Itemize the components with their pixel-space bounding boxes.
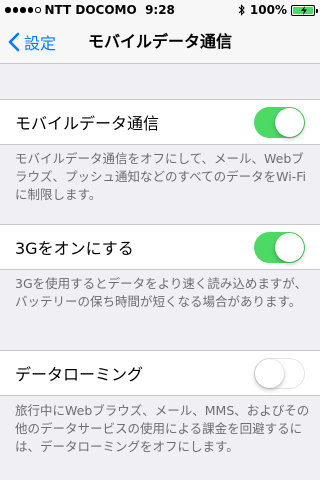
data-roaming-label: データローミング [15,365,144,384]
bluetooth-icon [238,4,245,16]
cellular-data-label: モバイルデータ通信 [15,114,160,133]
data-roaming-section: データローミング [0,350,320,396]
back-button[interactable]: 設定 [8,20,56,64]
enable-3g-label: 3Gをオンにする [15,239,134,258]
data-roaming-toggle[interactable] [254,357,305,389]
battery-icon [291,4,318,16]
cellular-data-section: モバイルデータ通信 [0,99,320,145]
navigation-bar: モバイルデータ通信 設定 [0,20,320,64]
cellular-data-toggle[interactable] [254,106,305,138]
back-button-label: 設定 [24,34,57,53]
chevron-left-icon [8,32,20,52]
cellular-data-footer: モバイルデータ通信をオフにして、メール、Webブラウズ、プッシュ通知などのすべて… [15,151,306,202]
status-right: 100% [238,3,318,17]
status-bar: NTT DOCOMO 9:28 100% [0,0,320,20]
enable-3g-row: 3Gをオンにする [0,225,320,269]
battery-percent: 100% [249,3,287,17]
data-roaming-footer: 旅行中にWebブラウズ、メール、MMS、およびその他のデータサービスの使用による… [15,403,310,454]
enable-3g-section: 3Gをオンにする [0,224,320,270]
cellular-data-row: モバイルデータ通信 [0,100,320,144]
enable-3g-footer: 3Gを使用するとデータをより速く読み込めますが、バッテリーの保ち時間が短くなる場… [15,276,308,309]
data-roaming-row: データローミング [0,351,320,395]
enable-3g-toggle[interactable] [254,231,305,263]
